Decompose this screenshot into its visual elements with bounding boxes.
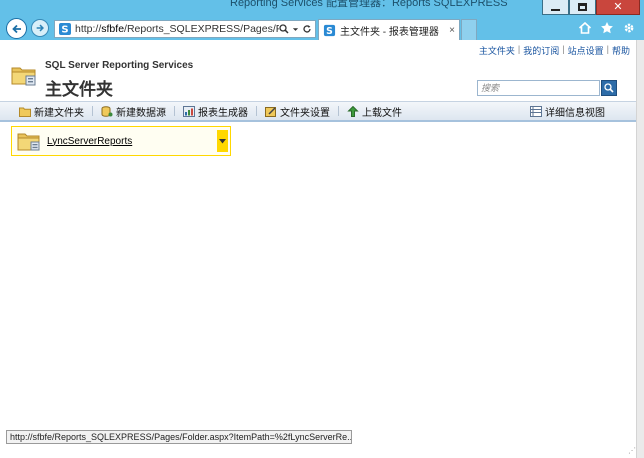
new-datasource-button[interactable]: 新建数据源 [101,104,166,119]
svg-text:S: S [326,25,333,36]
search-input[interactable]: 搜索 [477,80,600,96]
folder-settings-icon [265,106,276,117]
forward-icon [36,24,44,32]
new-folder-button[interactable]: 新建文件夹 [19,104,84,119]
top-links: 主文件夹 | 我的订阅 | 站点设置 | 帮助 [479,44,630,57]
minimize-icon [551,8,560,11]
link-separator: | [562,44,565,54]
svg-text:S: S [61,25,68,36]
toolbar-separator [256,106,257,116]
search-icon[interactable] [279,24,289,34]
details-view-icon [530,105,542,117]
window-controls: ✕ [542,0,640,15]
folder-settings-button[interactable]: 文件夹设置 [265,104,330,119]
upload-file-button[interactable]: 上载文件 [347,104,402,119]
resize-grip[interactable]: ⋰ [628,446,636,456]
chevron-down-icon[interactable] [292,26,299,33]
address-bar[interactable]: S http://sfbfe/Reports_SQLEXPRESS/Pages/… [54,20,316,38]
window-title: Reporting Services 配置管理器：Reports SQLEXPR… [230,0,508,9]
forward-button[interactable] [31,19,49,37]
page-title: 主文件夹 [45,80,113,99]
new-folder-label: 新建文件夹 [34,107,84,119]
toolbar-separator [338,106,339,116]
close-window-button[interactable]: ✕ [596,0,640,15]
home-button[interactable] [578,21,592,35]
folder-settings-label: 文件夹设置 [280,107,330,119]
refresh-icon[interactable] [302,24,312,34]
tools-button[interactable] [622,21,636,35]
toolbar: 新建文件夹 新建数据源 报表生成器 文件夹设置 上载文件 详细信息视图 [0,101,636,122]
maximize-button[interactable] [569,0,596,15]
details-view-label: 详细信息视图 [545,107,605,119]
search-button[interactable] [601,80,617,96]
tab-close-button[interactable]: × [449,25,455,36]
back-button[interactable] [6,18,27,39]
folder-link[interactable]: LyncServerReports [47,136,217,147]
minimize-button[interactable] [542,0,569,15]
link-site-settings[interactable]: 站点设置 [568,44,604,57]
favorites-button[interactable] [600,21,614,35]
ie-site-icon: S [59,23,71,36]
details-view-button[interactable]: 详细信息视图 [530,104,605,119]
folder-menu-button[interactable] [217,130,228,152]
link-home-folder[interactable]: 主文件夹 [479,44,515,57]
star-icon [601,22,613,34]
ie-site-icon: S [323,24,336,36]
toolbar-separator [174,106,175,116]
upload-file-label: 上载文件 [362,107,402,119]
search-icon [604,83,614,93]
address-tools [279,24,315,34]
report-manager-page: 主文件夹 | 我的订阅 | 站点设置 | 帮助 SQL Server Repor… [0,40,636,458]
link-my-subscriptions[interactable]: 我的订阅 [523,44,559,57]
folder-icon [11,67,36,86]
upload-arrow-icon [347,105,359,117]
toolbar-separator [92,106,93,116]
report-builder-icon [183,105,195,117]
close-icon: ✕ [613,0,623,13]
gear-icon [624,23,634,33]
maximize-icon [578,3,587,11]
new-datasource-label: 新建数据源 [116,107,166,119]
vertical-scrollbar[interactable] [636,40,644,458]
link-separator: | [517,44,521,54]
tab-report-manager[interactable]: S 主文件夹 - 报表管理器 × [318,19,460,40]
address-url[interactable]: http://sfbfe/Reports_SQLEXPRESS/Pages/Fo… [75,23,279,35]
browser-chrome: Reporting Services 配置管理器：Reports SQLEXPR… [0,0,644,40]
chevron-down-icon [219,138,226,143]
tab-label: 主文件夹 - 报表管理器 [340,26,439,38]
back-icon [11,24,21,33]
link-separator: | [606,44,609,54]
datasource-icon [101,105,113,117]
report-builder-label: 报表生成器 [198,107,248,119]
new-tab-button[interactable] [461,19,477,40]
folder-icon [17,133,40,151]
home-icon [578,21,592,34]
brand-name: SQL Server Reporting Services [45,60,194,71]
link-help[interactable]: 帮助 [612,44,630,57]
report-builder-button[interactable]: 报表生成器 [183,104,248,119]
browser-tools [578,21,636,35]
new-folder-icon [19,107,31,117]
status-bar: http://sfbfe/Reports_SQLEXPRESS/Pages/Fo… [6,430,352,444]
folder-tile[interactable]: LyncServerReports [11,126,231,156]
